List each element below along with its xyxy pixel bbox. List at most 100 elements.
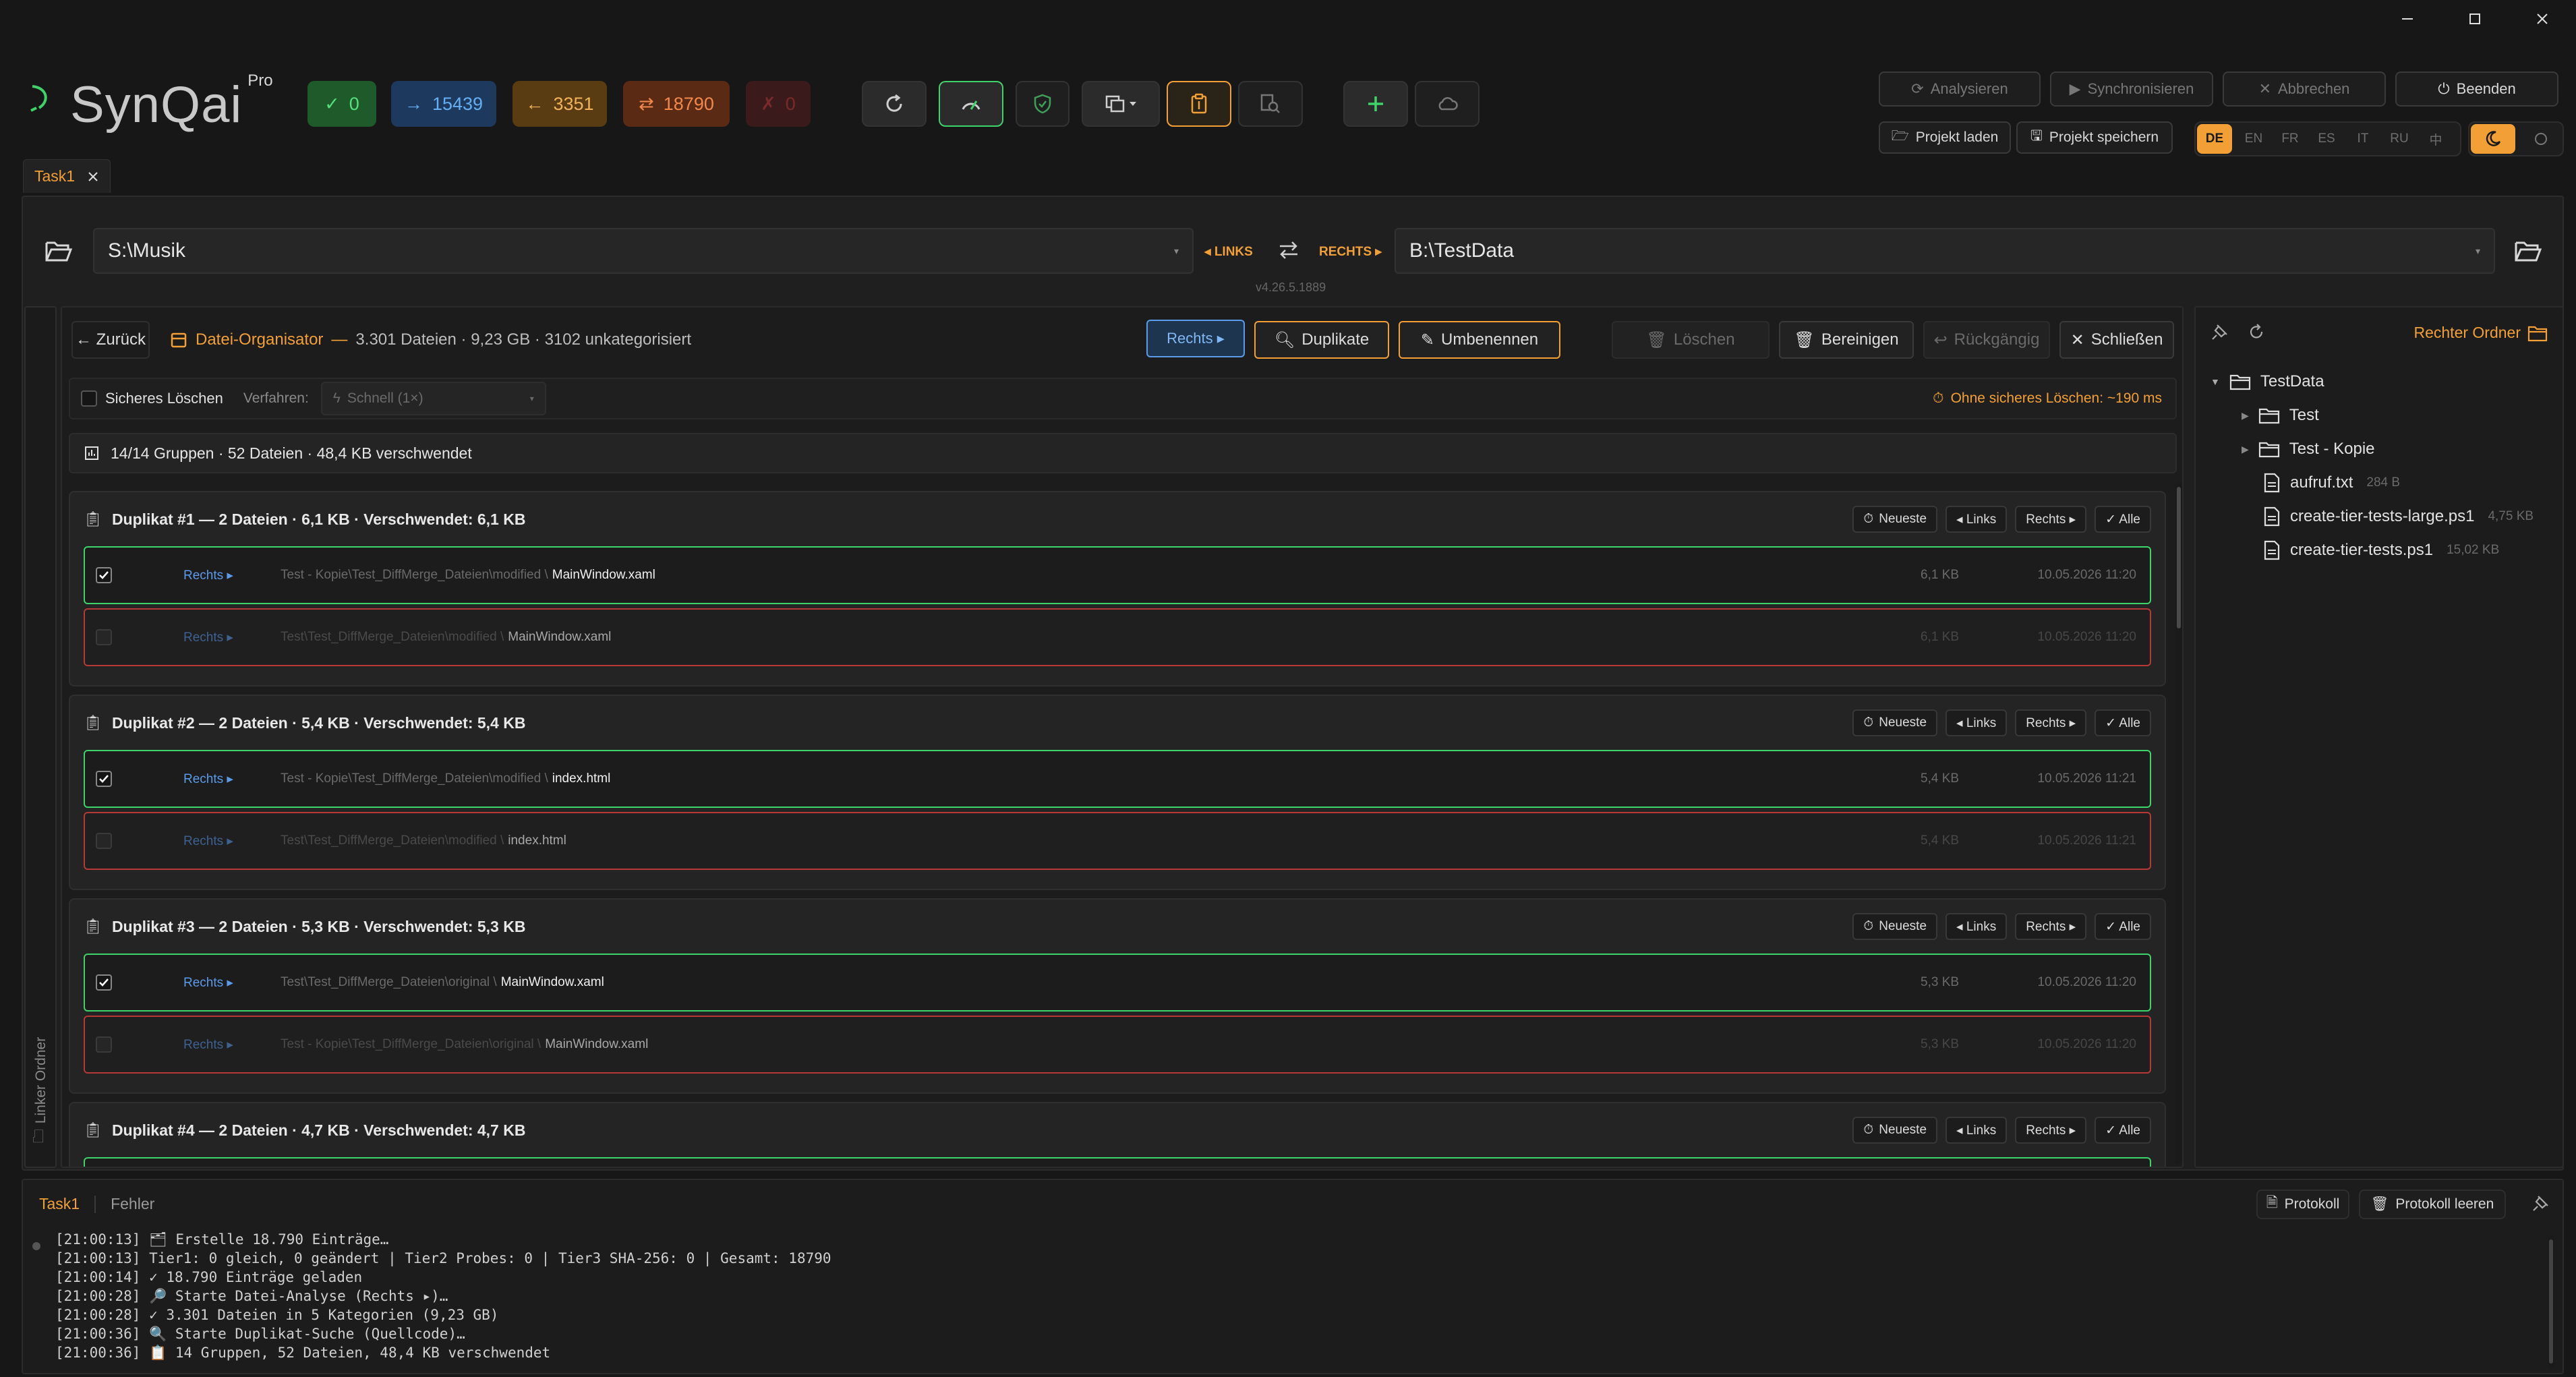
- keep-newest-button[interactable]: ⏱ Neueste: [1852, 506, 1938, 533]
- open-left-folder-button[interactable]: [45, 237, 73, 264]
- tree-root[interactable]: ▼ TestData: [2211, 368, 2324, 395]
- right-folder-title[interactable]: Rechter Ordner: [2413, 324, 2548, 342]
- refresh-button[interactable]: [862, 81, 927, 127]
- log-tab-errors[interactable]: Fehler: [111, 1195, 154, 1213]
- keep-newest-button[interactable]: ⏱ Neueste: [1852, 709, 1938, 736]
- duplicates-button[interactable]: 🔍︎ Duplikate: [1254, 321, 1389, 359]
- cancel-button[interactable]: ✕ Abbrechen: [2223, 71, 2386, 107]
- side-link[interactable]: Rechts ▸: [183, 1037, 251, 1053]
- keep-left-button[interactable]: ◂ Links: [1945, 709, 2008, 736]
- file-checkbox[interactable]: [96, 567, 112, 583]
- tree-file-ps1[interactable]: create-tier-tests.ps1 15,02 KB: [2263, 537, 2499, 564]
- file-row[interactable]: Rechts ▸ Test - Kopie\Test_DiffMerge_Date…: [84, 750, 2151, 808]
- clear-log-button[interactable]: 🗑︎ Protokoll leeren: [2359, 1190, 2506, 1219]
- file-row[interactable]: Rechts ▸ Test - Kopie\Test_DiffMerge_Date…: [84, 546, 2151, 604]
- close-window-icon[interactable]: [2509, 0, 2576, 38]
- search-files-button[interactable]: [1238, 81, 1303, 127]
- lang-es[interactable]: ES: [2309, 124, 2344, 154]
- side-link[interactable]: Rechts ▸: [183, 630, 251, 645]
- left-path-input[interactable]: S:\Musik ▾: [93, 228, 1194, 274]
- protocol-button[interactable]: 🗎 Protokoll: [2256, 1190, 2349, 1219]
- keep-right-button[interactable]: Rechts ▸: [2015, 709, 2087, 736]
- tree-folder-test-kopie[interactable]: ▶ Test - Kopie: [2242, 436, 2375, 463]
- stat-equal[interactable]: ✓ 0: [308, 81, 376, 127]
- load-project-button[interactable]: 🗁 Projekt laden: [1879, 121, 2011, 154]
- side-link[interactable]: Rechts ▸: [183, 771, 251, 787]
- file-checkbox[interactable]: [96, 974, 112, 991]
- scrollbar-thumb[interactable]: [2177, 487, 2181, 628]
- side-link[interactable]: Rechts ▸: [183, 833, 251, 849]
- tab-task1[interactable]: Task1: [23, 159, 111, 193]
- lang-it[interactable]: IT: [2345, 124, 2380, 154]
- pin-icon[interactable]: [2211, 322, 2229, 341]
- speed-button[interactable]: [939, 81, 1003, 127]
- file-row[interactable]: Rechts ▸ Test\Test_DiffMerge_Dateien\orig…: [84, 954, 2151, 1012]
- compare-mode-dropdown[interactable]: [1082, 81, 1160, 127]
- tree-folder-test[interactable]: ▶ Test: [2242, 402, 2319, 429]
- file-checkbox[interactable]: [96, 833, 112, 849]
- sun-icon[interactable]: [2522, 124, 2560, 154]
- stat-errors[interactable]: ✗ 0: [746, 81, 811, 127]
- save-project-button[interactable]: 🖫 Projekt speichern: [2016, 121, 2173, 154]
- lang-en[interactable]: EN: [2236, 124, 2271, 154]
- keep-left-button[interactable]: ◂ Links: [1945, 913, 2008, 940]
- log-scrollbar-thumb[interactable]: [2549, 1239, 2553, 1364]
- open-right-folder-button[interactable]: [2514, 237, 2542, 264]
- add-task-button[interactable]: [1343, 81, 1408, 127]
- file-row[interactable]: Rechts ▸ Test\Test_DiffMerge_Dateien\modi…: [84, 812, 2151, 870]
- rename-button[interactable]: ✎ Umbenennen: [1399, 321, 1560, 359]
- file-checkbox[interactable]: [96, 771, 112, 787]
- refresh-tree-icon[interactable]: [2247, 322, 2266, 341]
- minimize-icon[interactable]: [2374, 0, 2441, 38]
- lang-de[interactable]: DE: [2197, 124, 2232, 154]
- select-all-button[interactable]: ✓ Alle: [2095, 506, 2151, 533]
- file-checkbox[interactable]: [96, 1036, 112, 1053]
- scrollbar-track[interactable]: [2175, 483, 2182, 1164]
- keep-right-button[interactable]: Rechts ▸: [2015, 506, 2087, 533]
- file-checkbox[interactable]: [96, 629, 112, 645]
- keep-right-button[interactable]: Rechts ▸: [2015, 913, 2087, 940]
- moon-icon[interactable]: [2471, 124, 2515, 154]
- keep-left-button[interactable]: ◂ Links: [1945, 506, 2008, 533]
- log-scrollbar[interactable]: [2548, 1235, 2554, 1368]
- file-row[interactable]: Rechts ▸ Test - Kopie\Test_DiffMerge_Date…: [84, 1016, 2151, 1074]
- side-link[interactable]: Rechts ▸: [183, 568, 251, 583]
- stat-changed[interactable]: ⇄ 18790: [623, 81, 730, 127]
- pin-log-icon[interactable]: [2531, 1194, 2550, 1212]
- select-all-button[interactable]: ✓ Alle: [2095, 1117, 2151, 1144]
- sync-button[interactable]: ▶ Synchronisieren: [2050, 71, 2213, 107]
- right-path-input[interactable]: B:\TestData ▾: [1395, 228, 2495, 274]
- side-selector-button[interactable]: Rechts ▸: [1146, 320, 1245, 357]
- side-link[interactable]: Rechts ▸: [183, 975, 251, 991]
- lang-fr[interactable]: FR: [2273, 124, 2308, 154]
- close-tab-icon[interactable]: [87, 171, 99, 183]
- organizer-button[interactable]: [1167, 81, 1231, 127]
- tree-file-large-ps1[interactable]: create-tier-tests-large.ps1 4,75 KB: [2263, 503, 2534, 530]
- left-folder-strip[interactable]: 🗀 Linker Ordner: [24, 306, 57, 1168]
- swap-paths-button[interactable]: [1277, 239, 1300, 262]
- delete-button[interactable]: 🗑︎ Löschen: [1612, 321, 1769, 359]
- file-row[interactable]: Rechts ▸ Test\Test_DiffMerge_Dateien\modi…: [84, 608, 2151, 666]
- close-organizer-button[interactable]: ✕ Schließen: [2059, 321, 2174, 359]
- lang-zh[interactable]: 中: [2418, 124, 2453, 154]
- keep-left-button[interactable]: ◂ Links: [1945, 1117, 2008, 1144]
- stat-to-right[interactable]: → 15439: [391, 81, 496, 127]
- file-row[interactable]: [84, 1157, 2151, 1167]
- method-select[interactable]: ϟ Schnell (1×) ▾: [320, 382, 546, 415]
- cloud-button[interactable]: [1415, 81, 1480, 127]
- quit-button[interactable]: ⏻ Beenden: [2395, 71, 2558, 107]
- cleanup-button[interactable]: 🗑︎ Bereinigen: [1779, 321, 1914, 359]
- keep-newest-button[interactable]: ⏱ Neueste: [1852, 1117, 1938, 1144]
- keep-right-button[interactable]: Rechts ▸: [2015, 1117, 2087, 1144]
- stat-to-left[interactable]: ← 3351: [513, 81, 607, 127]
- verify-button[interactable]: [1016, 81, 1070, 127]
- lang-ru[interactable]: RU: [2382, 124, 2417, 154]
- log-tab-task1[interactable]: Task1: [39, 1195, 80, 1213]
- analyze-button[interactable]: ⟳ Analysieren: [1879, 71, 2041, 107]
- undo-button[interactable]: ↩ Rückgängig: [1923, 321, 2050, 359]
- keep-newest-button[interactable]: ⏱ Neueste: [1852, 913, 1938, 940]
- select-all-button[interactable]: ✓ Alle: [2095, 913, 2151, 940]
- tree-file-aufruf[interactable]: aufruf.txt 284 B: [2263, 469, 2400, 496]
- maximize-icon[interactable]: [2441, 0, 2509, 38]
- select-all-button[interactable]: ✓ Alle: [2095, 709, 2151, 736]
